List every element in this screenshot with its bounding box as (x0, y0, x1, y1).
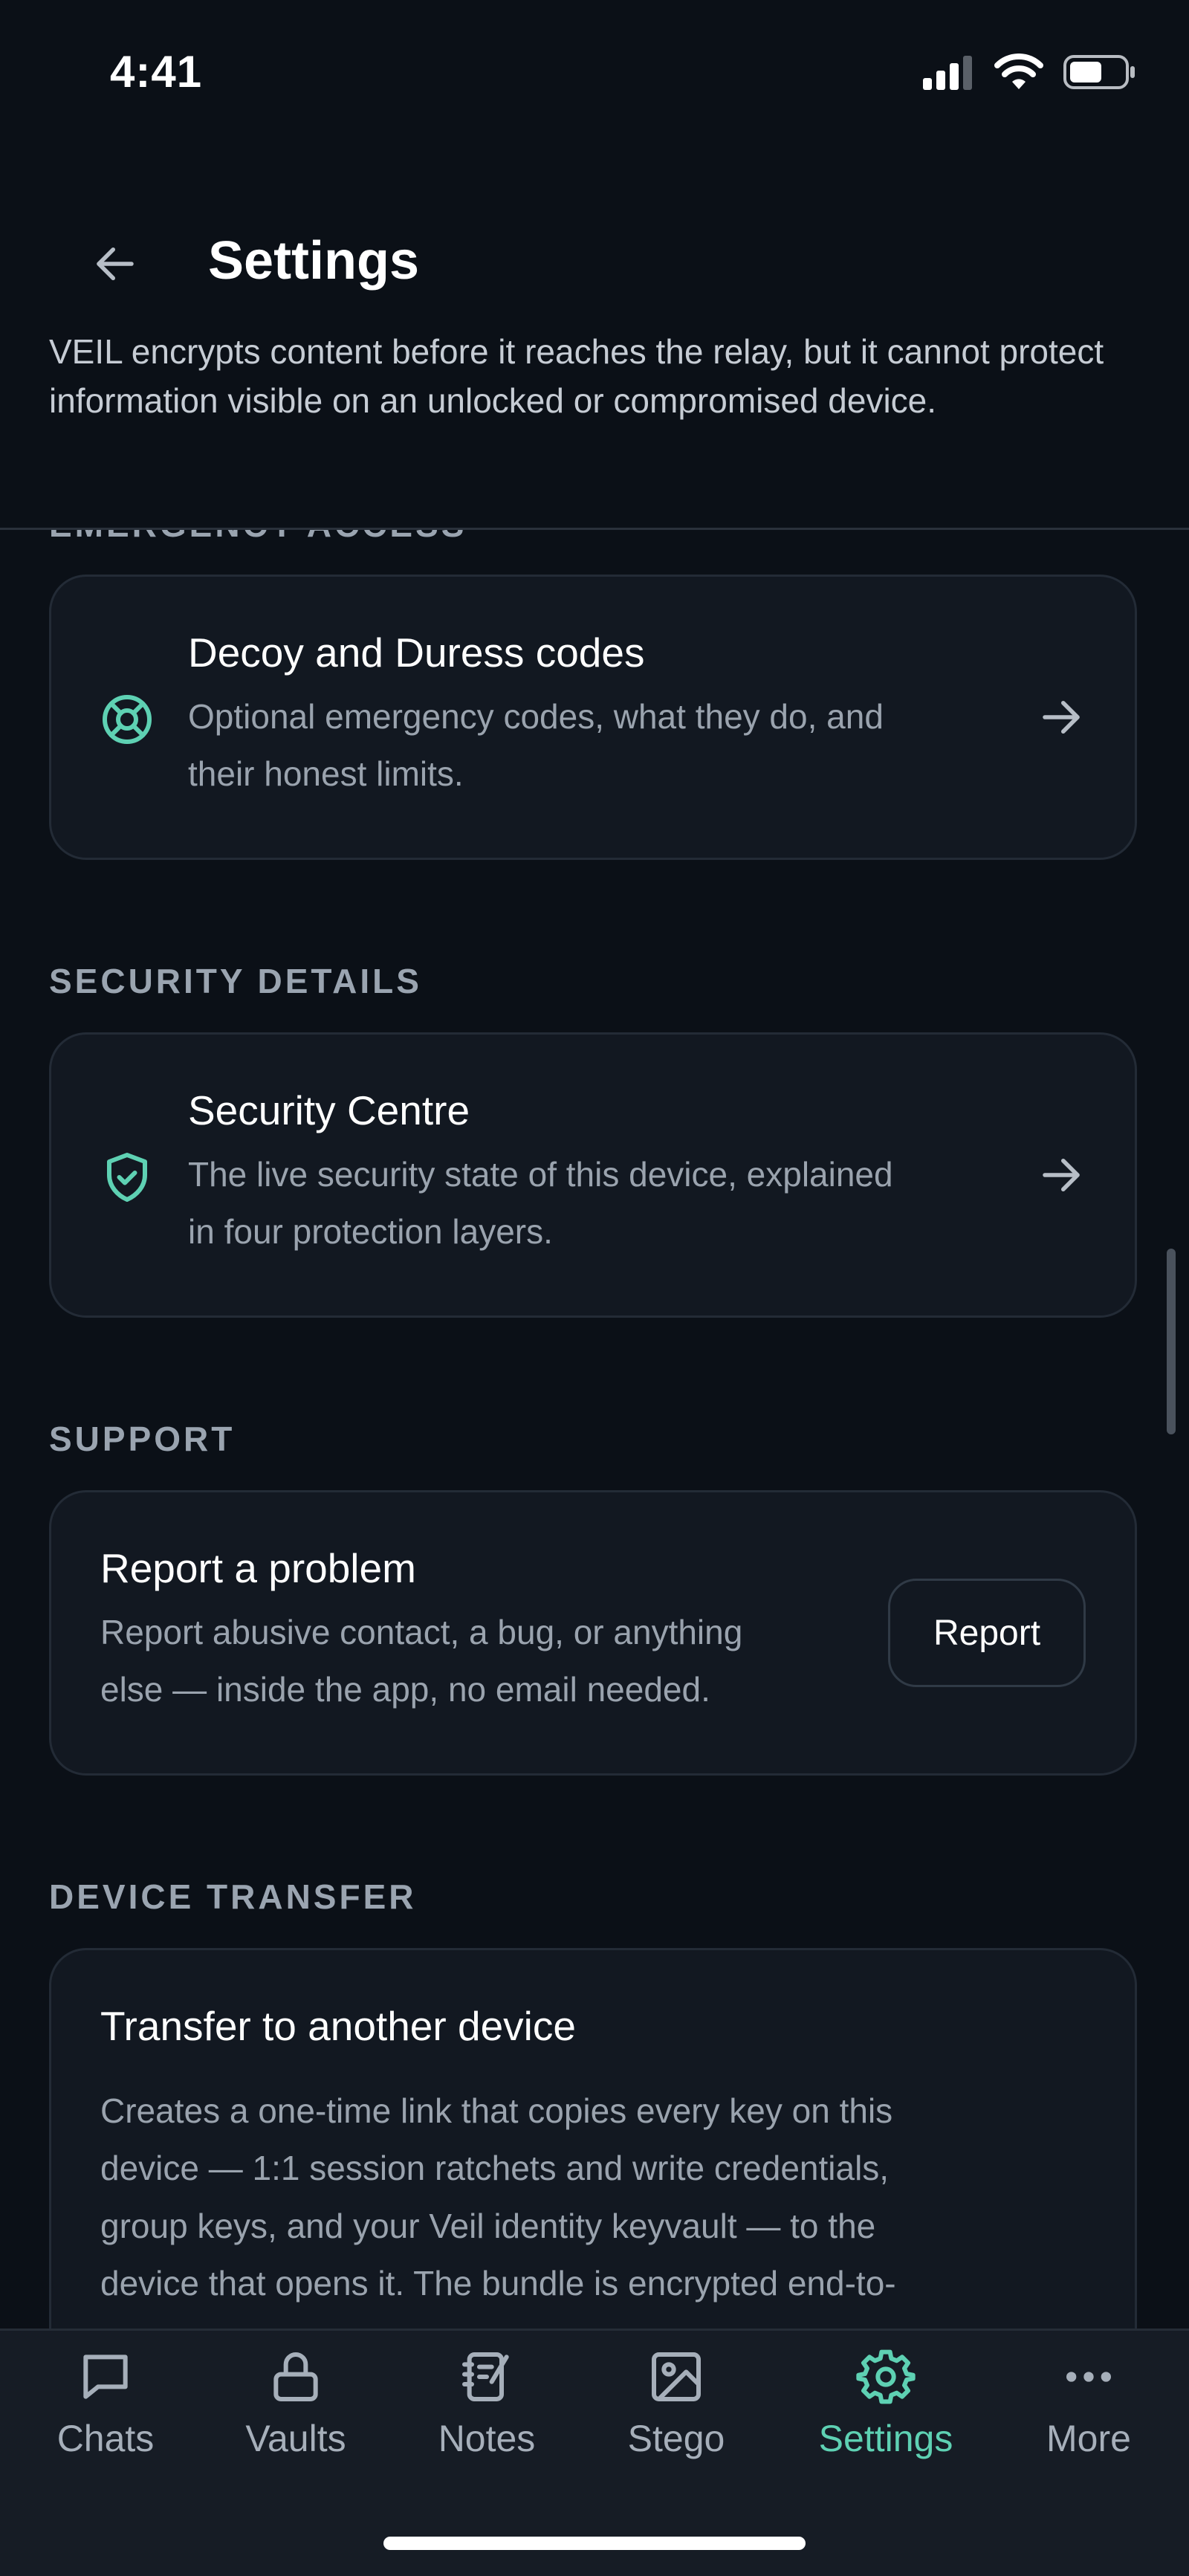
arrow-right-icon (1043, 1159, 1080, 1191)
header: Settings (0, 193, 1189, 327)
back-button[interactable] (82, 230, 149, 297)
lifebuoy-icon (103, 695, 152, 744)
device-transfer-desc-line: device that opens it. The bundle is encr… (100, 2264, 896, 2302)
security-centre-desc-line1: The live security state of this device, … (188, 1155, 893, 1194)
section-label-support: SUPPORT (49, 1420, 236, 1458)
tab-label: Settings (818, 2418, 953, 2459)
gear-icon (856, 2349, 916, 2404)
decoy-duress-title: Decoy and Duress codes (188, 630, 645, 676)
device-transfer-desc-line: device — 1:1 session ratchets and write … (100, 2149, 890, 2187)
report-problem-title: Report a problem (100, 1545, 416, 1591)
battery-icon (1063, 55, 1135, 89)
report-button[interactable]: Report (888, 1579, 1086, 1687)
decoy-duress-desc-line2: their honest limits. (188, 754, 464, 793)
section-label-emergency: EMERGENCY ACCESS (49, 530, 467, 545)
security-centre-desc-line2: in four protection layers. (188, 1212, 553, 1251)
tab-label: Stego (627, 2418, 725, 2459)
tab-settings[interactable]: Settings (804, 2331, 968, 2494)
device-transfer-desc-line: group keys, and your Veil identity keyva… (100, 2207, 876, 2245)
status-time: 4:41 (110, 47, 203, 97)
section-label-transfer: DEVICE TRANSFER (49, 1877, 417, 1916)
report-problem-card: Report a problem Report abusive contact,… (49, 1490, 1137, 1776)
tab-bar: Chats Vaults Notes Stego Settings More (0, 2329, 1189, 2576)
notebook-icon (462, 2352, 509, 2401)
wifi-icon (994, 54, 1043, 89)
device-transfer-desc-line: Creates a one-time link that copies ever… (100, 2091, 893, 2130)
tab-vaults[interactable]: Vaults (214, 2331, 378, 2494)
status-icons (921, 54, 1137, 91)
tab-label: More (1046, 2418, 1131, 2459)
cellular-signal-icon (923, 56, 972, 90)
device-transfer-card[interactable]: Transfer to another device Creates a one… (49, 1948, 1137, 2329)
tab-stego[interactable]: Stego (594, 2331, 758, 2494)
shield-check-icon (107, 1153, 147, 1202)
more-icon (1066, 2372, 1111, 2382)
chat-icon (83, 2355, 128, 2399)
arrow-left-icon (97, 247, 134, 280)
lock-icon (273, 2352, 318, 2401)
settings-scroll-area[interactable]: EMERGENCY ACCESS Decoy and Duress codes … (0, 530, 1189, 2329)
scrollbar[interactable] (1167, 1249, 1176, 1434)
tab-notes[interactable]: Notes (405, 2331, 568, 2494)
tab-label: Chats (56, 2418, 155, 2459)
report-problem-desc-line2: else — inside the app, no email needed. (100, 1670, 710, 1709)
decoy-duress-desc-line1: Optional emergency codes, what they do, … (188, 697, 884, 736)
intro-text: VEIL encrypts content before it reaches … (49, 332, 1104, 420)
arrow-right-icon (1043, 701, 1080, 734)
tab-label: Notes (438, 2418, 536, 2459)
decoy-duress-card[interactable]: Decoy and Duress codes Optional emergenc… (49, 575, 1137, 860)
status-bar: 4:41 (0, 0, 1189, 149)
image-icon (652, 2352, 701, 2401)
security-centre-title: Security Centre (188, 1087, 470, 1133)
page-title: Settings (208, 231, 420, 291)
home-indicator[interactable] (383, 2537, 806, 2550)
tab-more[interactable]: More (1007, 2331, 1170, 2494)
tab-label: Vaults (245, 2418, 346, 2459)
device-transfer-title: Transfer to another device (100, 2003, 576, 2049)
section-label-security: SECURITY DETAILS (49, 962, 422, 1000)
tab-chats[interactable]: Chats (24, 2331, 187, 2494)
security-centre-card[interactable]: Security Centre The live security state … (49, 1032, 1137, 1318)
report-problem-desc-line1: Report abusive contact, a bug, or anythi… (100, 1613, 743, 1651)
